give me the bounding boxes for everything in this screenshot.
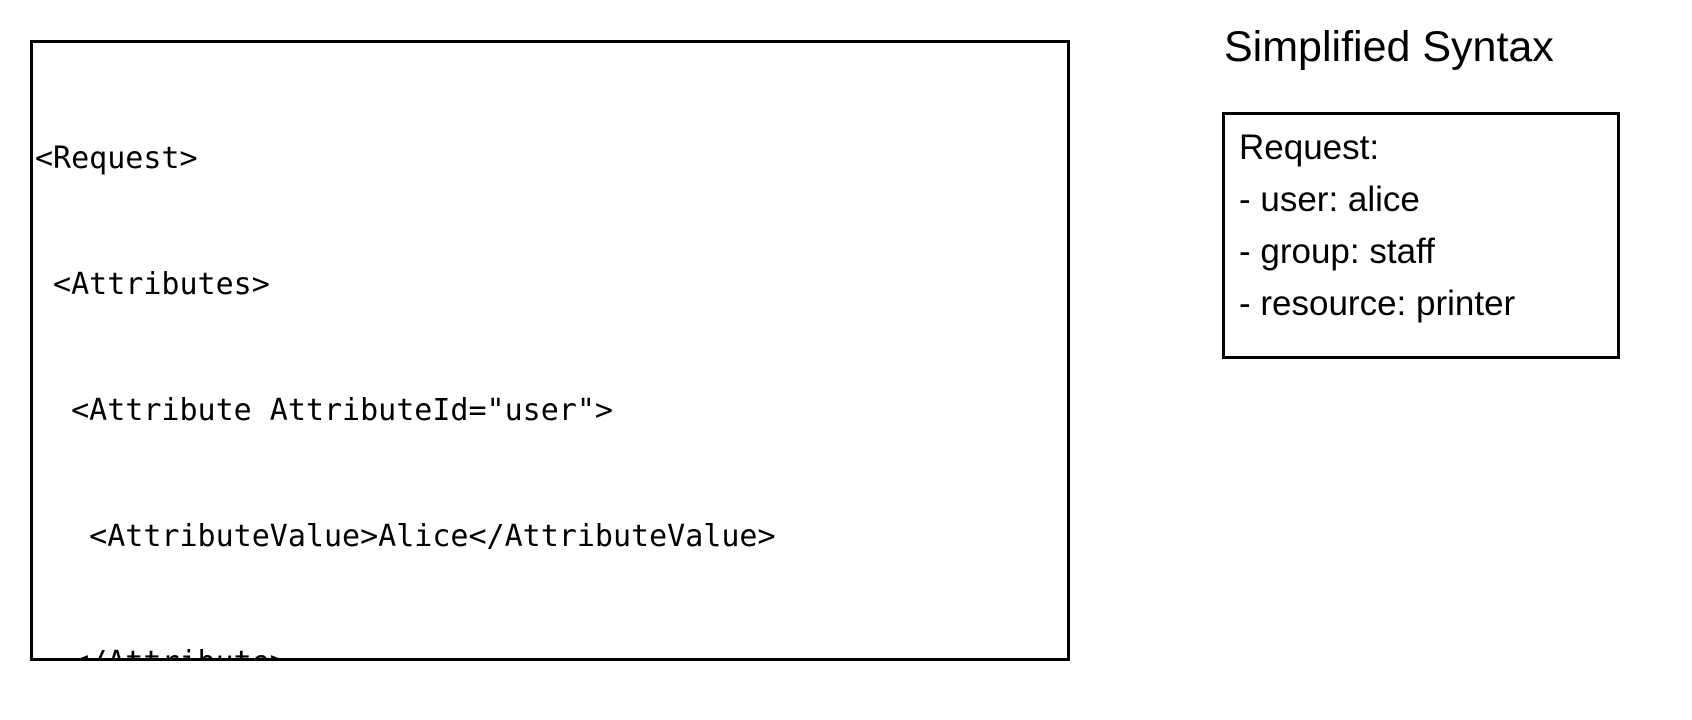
simplified-syntax-list: Request: - user: alice - group: staff - … (1239, 122, 1515, 330)
list-item: - resource: printer (1239, 284, 1516, 323)
list-item: - group: staff (1239, 232, 1435, 271)
simplified-syntax-heading: Simplified Syntax (1224, 23, 1554, 71)
xml-code-block: <Request> <Attributes> <Attribute Attrib… (35, 54, 812, 658)
list-item: - user: alice (1239, 180, 1420, 219)
simplified-syntax-panel: Request: - user: alice - group: staff - … (1222, 112, 1620, 359)
list-item: Request: (1239, 128, 1380, 167)
code-line: <Attributes> (35, 267, 270, 302)
code-line: <Request> (35, 141, 198, 176)
code-line: <AttributeValue>Alice</AttributeValue> (35, 519, 776, 554)
code-line: <Attribute AttributeId="user"> (35, 393, 613, 428)
code-line: </Attribute> (35, 642, 812, 658)
xml-request-panel: <Request> <Attributes> <Attribute Attrib… (30, 40, 1070, 661)
